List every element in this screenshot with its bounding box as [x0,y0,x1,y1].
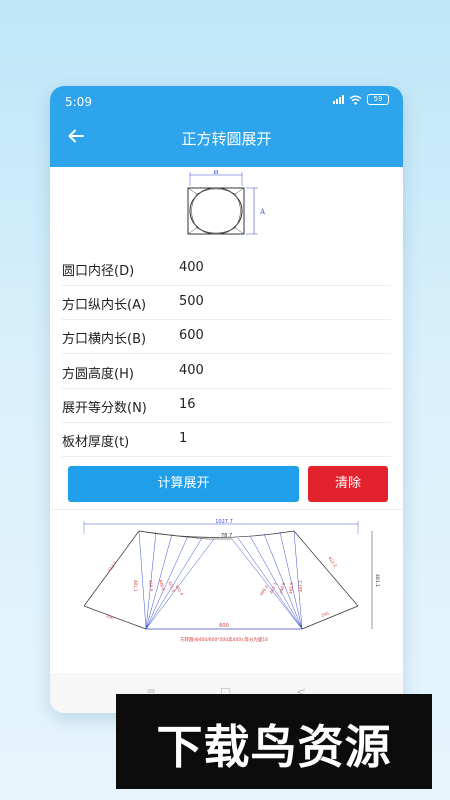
field-label-diameter: 圆口内径(D) [62,264,135,279]
field-row-square-b: 方口横内长(B) [62,319,391,354]
right-line-label-3: 448.6 [278,581,286,594]
thickness-input[interactable] [179,431,379,446]
status-time: 5:09 [65,95,92,109]
square-a-input[interactable] [179,294,379,309]
page-title: 正方转圆展开 [181,130,272,148]
wifi-icon [349,95,362,105]
phone-screen: 5:09 59 正方转圆展开 B A 圆口内径(D) 400 方口纵内长(A) … [50,86,403,713]
dim-right-height: 481.1 [374,574,380,587]
diagram-caption: 方转圆(Φ400/600*500高400),等分为面16 [180,636,268,643]
diameter-input[interactable] [179,260,379,275]
height-input[interactable] [179,363,379,378]
dim-label-a: A [259,208,266,216]
right-fan-lines [231,530,303,630]
field-row-diameter: 圆口内径(D) [62,251,391,286]
dim-top-width: 78.7 [221,533,232,539]
divisions-input[interactable] [179,397,379,412]
unfold-diagram: 1027.7 78.7 600 481.1 465.5 448.6 421.3 … [83,519,380,643]
watermark-text: 下载鸟资源 [156,720,392,774]
field-label-square-b: 方口横内长(B) [62,332,147,347]
battery-icon: 59 [367,94,389,105]
signal-icon [333,95,344,104]
dim-bottom-width: 600 [219,623,229,629]
field-row-thickness: 板材厚度(t) [62,422,391,457]
right-base-label: 250 [321,610,330,617]
left-base-label: 250 [106,613,115,620]
dim-total-width: 1027.7 [215,519,233,525]
field-row-height: 方圆高度(H) [62,354,391,389]
right-line-label-4: 465.5 [288,582,294,594]
calculate-button[interactable]: 计算展开 [68,466,299,502]
app-bar: 5:09 59 正方转圆展开 [50,86,403,167]
field-label-thickness: 板材厚度(t) [62,435,130,450]
divider [50,509,403,510]
left-line-label-1: 481.1 [133,580,138,592]
field-row-square-a: 方口纵内长(A) [62,285,391,320]
right-slant-label: 412.2 [327,556,338,569]
field-label-divisions: 展开等分数(N) [62,401,147,416]
square-b-input[interactable] [179,328,379,343]
field-row-divisions: 展开等分数(N) [62,388,391,423]
left-line-label-3: 448.6 [158,579,166,592]
clear-button[interactable]: 清除 [308,466,388,502]
right-line-label-1: 400.4 [259,584,270,597]
watermark-banner: 下载鸟资源 [116,694,432,789]
field-label-height: 方圆高度(H) [62,367,134,382]
dim-label-b: B [213,170,218,176]
status-icons: 59 [333,94,389,105]
left-line-label-2: 465.5 [148,580,154,592]
square-to-round-diagram: B A [187,170,266,235]
field-label-square-a: 方口纵内长(A) [62,298,147,313]
right-line-label-5: 481.1 [298,580,303,592]
